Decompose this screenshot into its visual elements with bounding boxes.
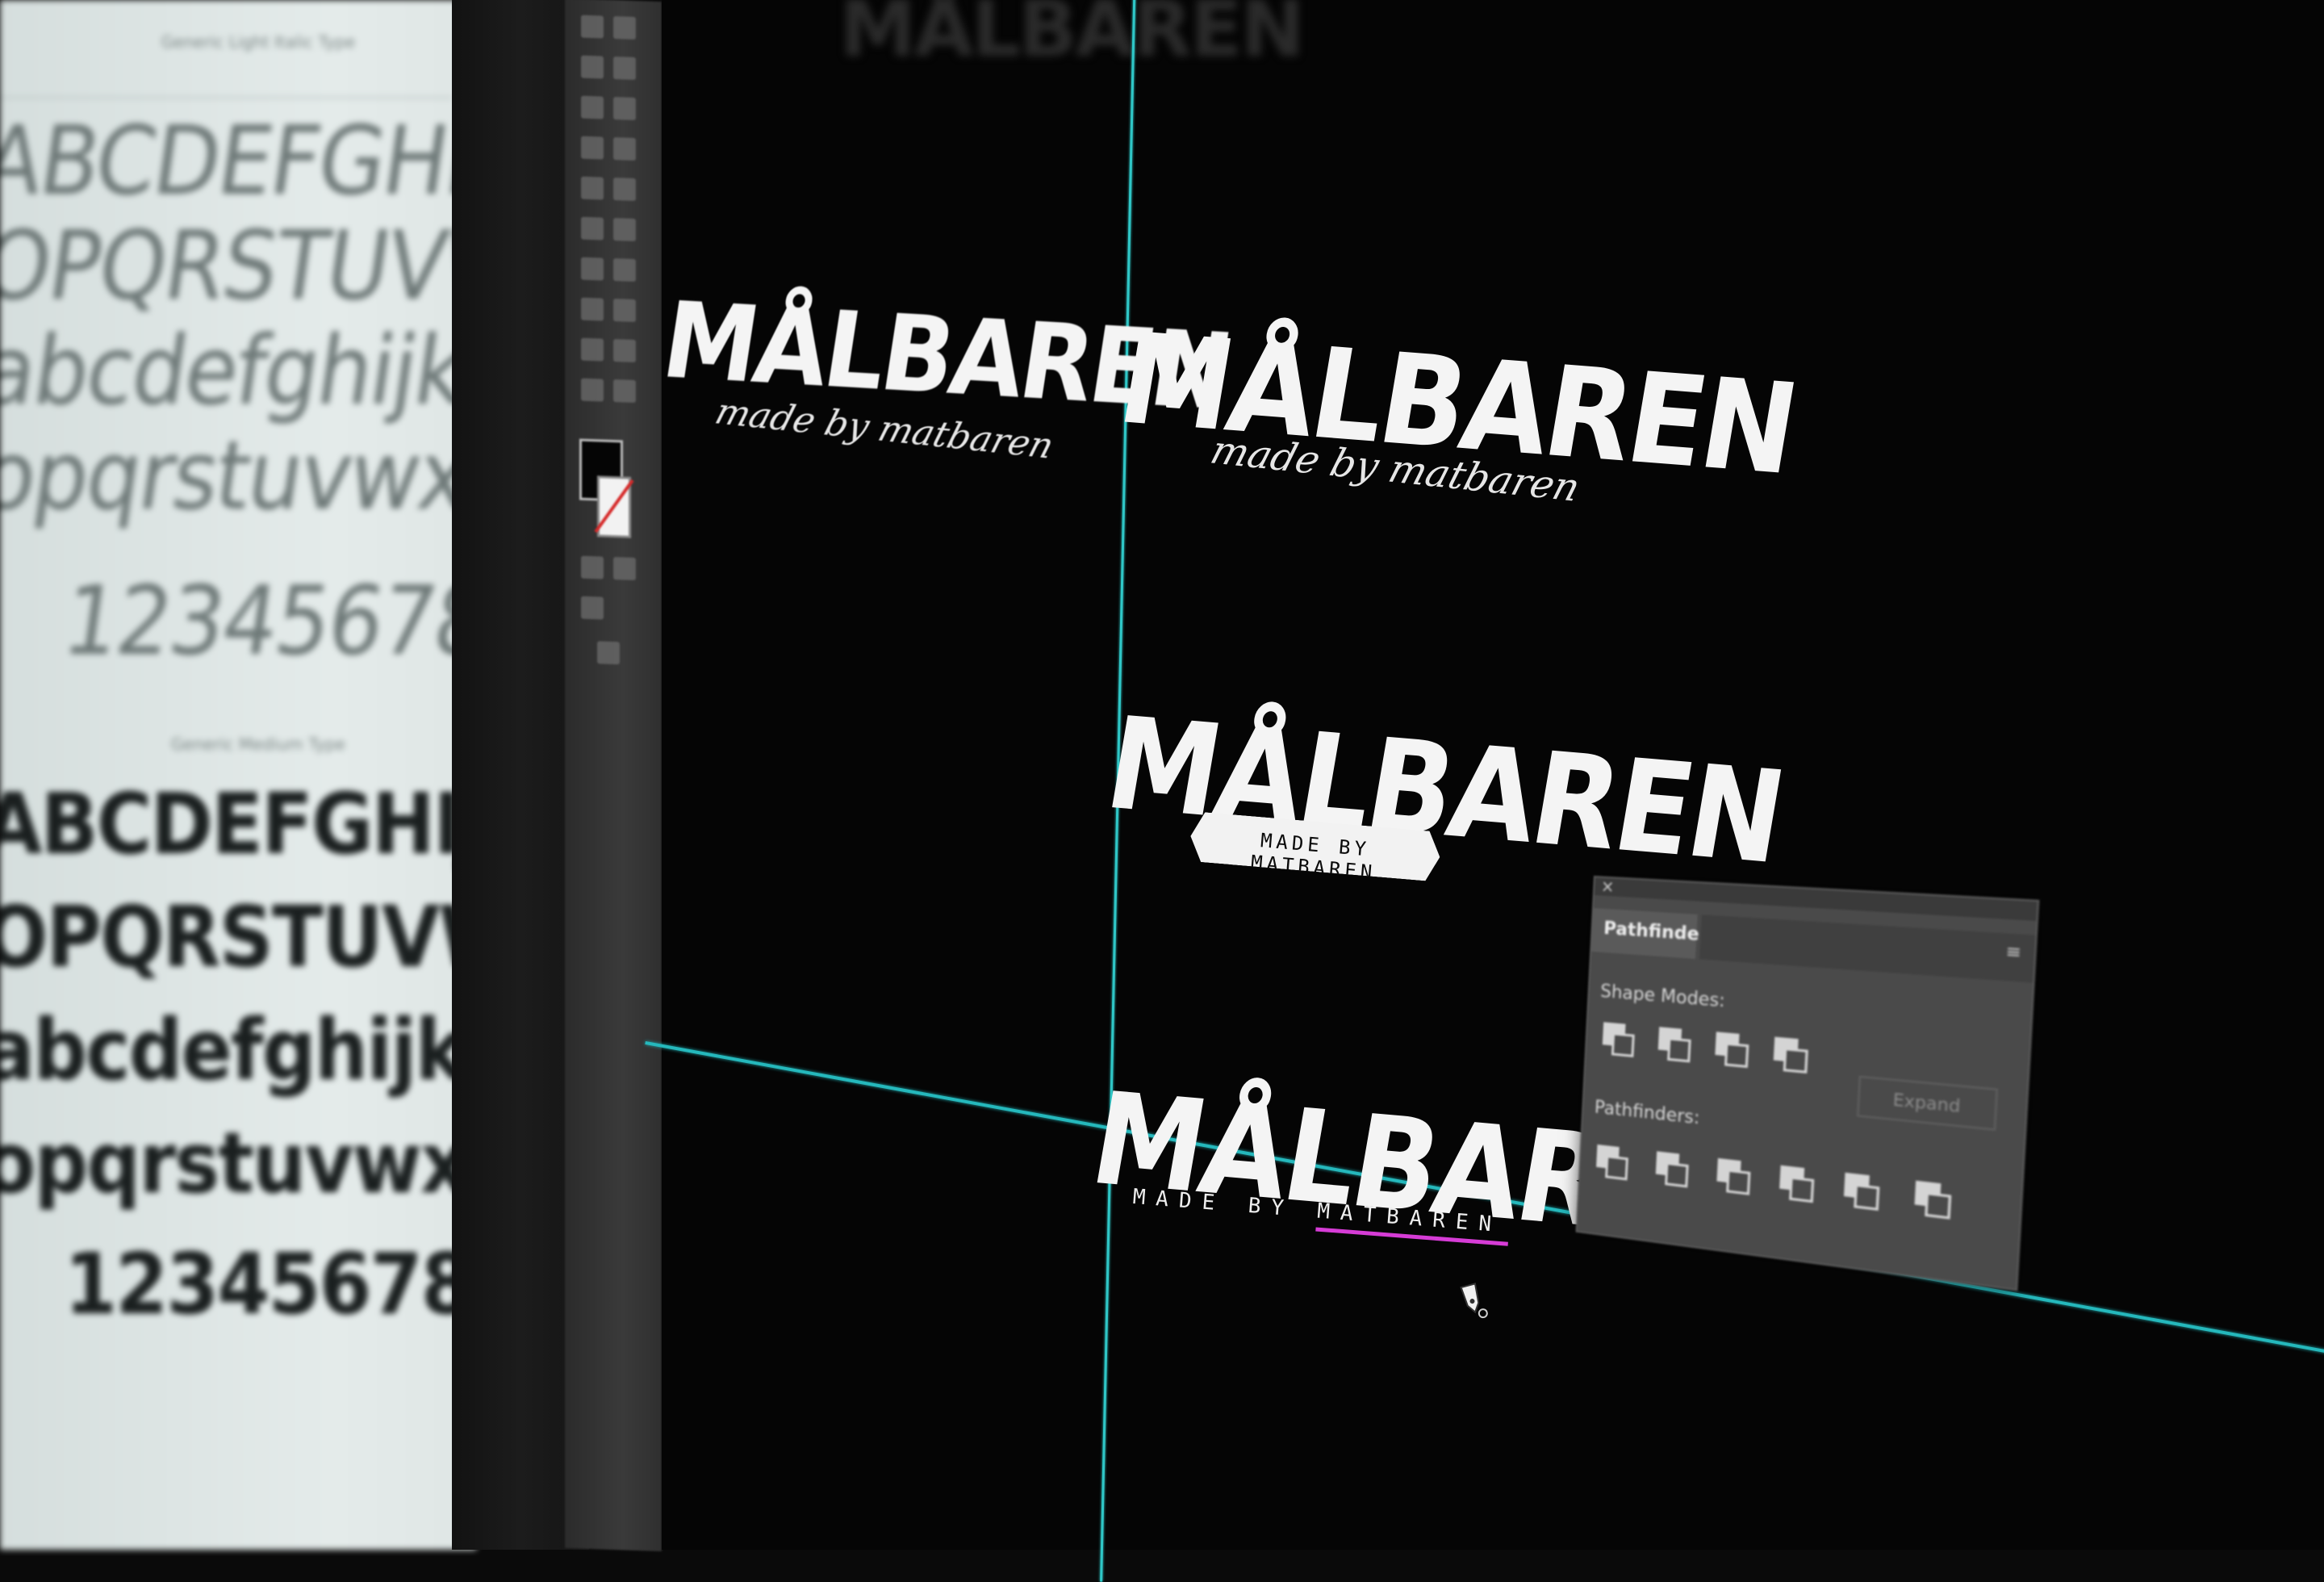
direct-selection-tool-icon[interactable]: [613, 16, 636, 40]
rectangle-tool-icon[interactable]: [613, 137, 636, 161]
free-transform-tool-icon[interactable]: [613, 258, 636, 282]
minus-front-icon[interactable]: [1657, 1027, 1690, 1061]
close-icon[interactable]: ×: [1600, 877, 1615, 897]
rotate-tool-icon[interactable]: [581, 217, 604, 241]
type-tool-icon[interactable]: [613, 97, 636, 120]
specimen-divider: [0, 97, 452, 98]
lasso-tool-icon[interactable]: [613, 56, 636, 80]
tools-panel: [565, 0, 662, 1551]
panel-tab-strip: [1699, 914, 2036, 982]
panel-menu-icon[interactable]: ≡: [2005, 940, 2022, 962]
specimen-light-row: OPQRSTUVWXYZÅÄÖ: [0, 210, 476, 321]
unite-icon[interactable]: [1602, 1022, 1633, 1055]
pen-tool-icon[interactable]: [581, 96, 604, 119]
magic-wand-tool-icon[interactable]: [581, 56, 604, 79]
trim-icon[interactable]: [1655, 1151, 1687, 1186]
width-tool-icon[interactable]: [581, 257, 604, 281]
divide-icon[interactable]: [1596, 1145, 1628, 1178]
blend-tool-icon[interactable]: [613, 339, 636, 362]
hand-tool-icon[interactable]: [581, 379, 604, 402]
draw-mode-icon[interactable]: [581, 596, 604, 620]
tab-pathfinder[interactable]: Pathfinder: [1591, 908, 1698, 959]
specimen-bold-row: OPQRSTUVWXYZÅÄÖ: [0, 888, 476, 986]
specimen-bold-numbers: 1234567890: [65, 1235, 476, 1333]
line-tool-icon[interactable]: [581, 136, 604, 160]
stroke-swatch[interactable]: [597, 475, 631, 538]
shape-builder-tool-icon[interactable]: [581, 298, 604, 321]
zoom-tool-icon[interactable]: [613, 379, 636, 403]
specimen-caption-light: Generic Light Italic Type: [137, 32, 379, 52]
merge-icon[interactable]: [1716, 1158, 1749, 1194]
none-mode-icon[interactable]: [613, 557, 636, 580]
shape-modes-label: Shape Modes:: [1600, 981, 1726, 1012]
outline-icon[interactable]: [1843, 1173, 1878, 1209]
intersect-icon[interactable]: [1715, 1032, 1748, 1066]
specimen-light-row: ABCDEFGHIJKLMN: [0, 105, 476, 216]
pathfinders-label: Pathfinders:: [1594, 1098, 1700, 1129]
specimen-light-row: abcdefghijklmn: [0, 315, 476, 426]
screen-mode-icon[interactable]: [597, 641, 620, 664]
exclude-icon[interactable]: [1773, 1037, 1807, 1072]
paintbrush-tool-icon[interactable]: [581, 177, 604, 200]
pencil-tool-icon[interactable]: [613, 178, 636, 201]
minus-back-icon[interactable]: [1914, 1181, 1950, 1218]
eyedropper-tool-icon[interactable]: [581, 338, 604, 362]
specimen-bold-row: ABCDEFGHIJKLMN: [0, 775, 476, 873]
specimen-light-row: opqrstuvwxyzåäö: [0, 420, 476, 531]
pathfinder-panel[interactable]: × Pathfinder ≡ Shape Modes: Expand Pathf…: [1576, 876, 2040, 1291]
specimen-bold-row: abcdefghijklmn: [0, 1001, 476, 1099]
selection-tool-icon[interactable]: [581, 15, 604, 39]
specimen-light-numbers: 1234567890: [56, 565, 476, 676]
specimen-bold-row: opqrstuvwxyzåäö: [0, 1114, 476, 1212]
gradient-tool-icon[interactable]: [613, 299, 636, 322]
crop-icon[interactable]: [1779, 1166, 1813, 1201]
expand-button[interactable]: Expand: [1857, 1076, 1998, 1131]
scale-tool-icon[interactable]: [613, 218, 636, 241]
color-mode-icon[interactable]: [581, 556, 604, 580]
specimen-caption-bold: Generic Medium Type: [137, 734, 379, 754]
partial-wordmark-top: MÅLBAREN: [839, 0, 1302, 74]
font-specimen-screen: Generic Light Italic Type ABCDEFGHIJKLMN…: [0, 0, 476, 1550]
